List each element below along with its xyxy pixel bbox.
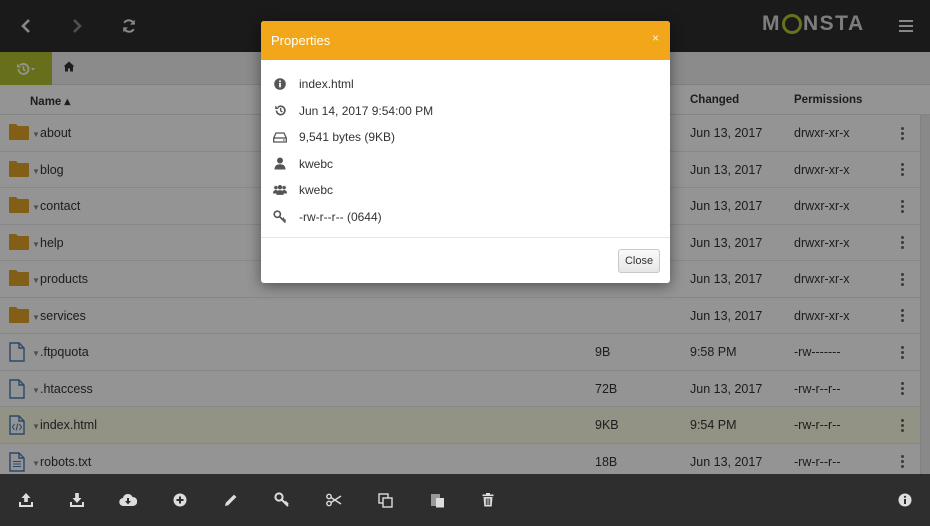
- download-icon: [70, 493, 84, 507]
- bottom-toolbar: [0, 474, 930, 526]
- property-value: Jun 14, 2017 9:54:00 PM: [299, 103, 434, 118]
- trash-icon: [482, 493, 494, 507]
- edit-button[interactable]: [219, 488, 243, 512]
- property-value: kwebc: [299, 183, 334, 197]
- info-icon: [273, 77, 287, 91]
- property-size: 9,541 bytes (9KB): [261, 127, 670, 147]
- paste-icon: [430, 494, 444, 508]
- history-icon: [273, 104, 287, 118]
- property-value: -rw-r--r-- (0644): [299, 209, 382, 224]
- modal-header: Properties ×: [261, 21, 670, 60]
- property-value: index.html: [299, 77, 354, 91]
- modal-body: index.html Jun 14, 2017 9:54:00 PM 9,541…: [261, 60, 670, 238]
- scissors-icon: [326, 493, 342, 507]
- pencil-icon: [225, 494, 237, 506]
- property-owner: kwebc: [261, 154, 670, 174]
- cloud-download-icon: [119, 493, 137, 507]
- cut-button[interactable]: [322, 488, 346, 512]
- upload-icon: [19, 493, 33, 507]
- plus-circle-icon: [173, 493, 187, 507]
- property-permissions: -rw-r--r-- (0644): [261, 207, 670, 227]
- modal-title: Properties: [271, 33, 331, 48]
- new-item-button[interactable]: [168, 488, 192, 512]
- property-value: kwebc: [299, 156, 334, 171]
- properties-modal: Properties × index.html Jun 14, 2017 9:5…: [261, 21, 670, 283]
- info-icon: [898, 493, 912, 507]
- close-icon[interactable]: ×: [652, 31, 659, 45]
- copy-icon: [377, 492, 393, 508]
- paste-button[interactable]: [425, 488, 449, 512]
- download-button[interactable]: [65, 488, 89, 512]
- upload-button[interactable]: [14, 488, 38, 512]
- info-button[interactable]: [893, 488, 917, 512]
- property-value: 9,541 bytes (9KB): [299, 130, 396, 144]
- property-filename: index.html: [261, 74, 670, 94]
- user-icon: [273, 157, 287, 171]
- drive-icon: [273, 130, 287, 144]
- copy-button[interactable]: [373, 488, 397, 512]
- permissions-button[interactable]: [270, 488, 294, 512]
- property-modified: Jun 14, 2017 9:54:00 PM: [261, 101, 670, 121]
- property-group: kwebc: [261, 180, 670, 200]
- cloud-download-button[interactable]: [116, 488, 140, 512]
- key-icon: [273, 209, 287, 224]
- close-button[interactable]: Close: [618, 249, 660, 273]
- delete-button[interactable]: [476, 488, 500, 512]
- key-icon: [274, 492, 289, 507]
- group-icon: [273, 183, 287, 197]
